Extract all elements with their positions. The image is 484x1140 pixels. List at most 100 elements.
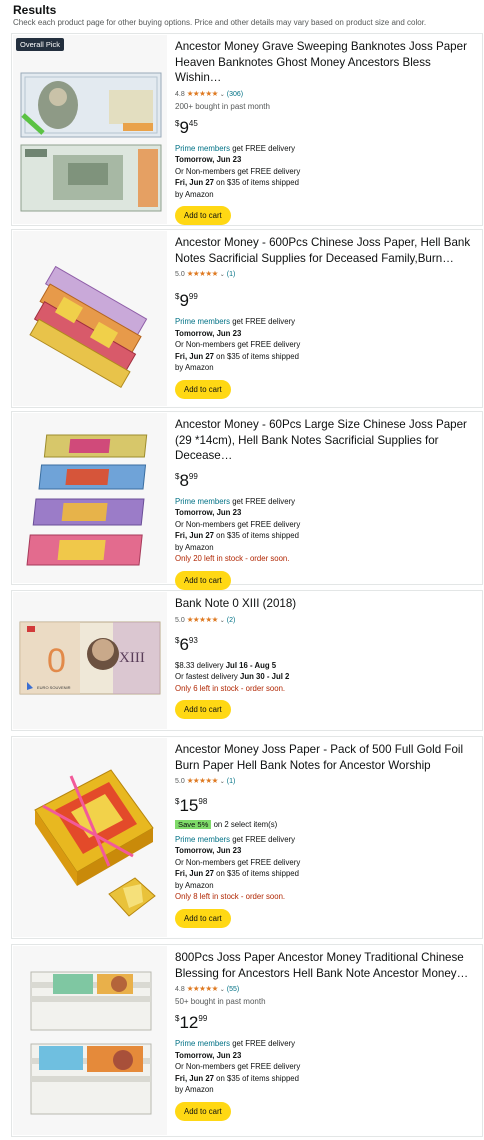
product-title[interactable]: Ancestor Money - 60Pcs Large Size Chines…	[175, 417, 480, 464]
prime-delivery-date: Tomorrow, Jun 23	[175, 508, 242, 517]
prime-delivery-date: Tomorrow, Jun 23	[175, 155, 242, 164]
product-title[interactable]: Ancestor Money Grave Sweeping Banknotes …	[175, 39, 480, 86]
add-to-cart-button[interactable]: Add to cart	[175, 379, 231, 399]
prime-delivery: Prime members get FREE delivery	[175, 834, 480, 846]
star-rating-icon[interactable]: ★★★★★	[187, 615, 219, 624]
product-info: Bank Note 0 XIII (2018) 5.0 ★★★★★ ⌄ (2) …	[175, 596, 480, 719]
nonmember-threshold: on $35 of items shipped	[214, 178, 299, 187]
hell-notes-image	[29, 265, 148, 389]
chevron-down-icon[interactable]: ⌄	[220, 618, 225, 624]
delivery-price: $8.33 delivery	[175, 660, 226, 670]
note-numeral: XIII	[119, 650, 145, 666]
product-title[interactable]: 800Pcs Joss Paper Ancestor Money Traditi…	[175, 950, 480, 981]
product-image[interactable]	[13, 738, 167, 937]
prime-delivery-date: Tomorrow, Jun 23	[175, 1050, 242, 1060]
save-promo-text[interactable]: on 2 select item(s)	[211, 820, 278, 829]
prime-delivery: Prime members get FREE delivery	[175, 496, 480, 508]
review-count[interactable]: (306)	[227, 91, 243, 98]
fastest-label: Or fastest delivery	[175, 672, 240, 681]
price[interactable]: $1598	[175, 793, 480, 816]
price-fraction: 93	[188, 635, 198, 645]
product-title[interactable]: Bank Note 0 XIII (2018)	[175, 596, 480, 612]
nonmember-delivery: Or Non-members get FREE delivery	[175, 166, 301, 176]
add-to-cart-button[interactable]: Add to cart	[175, 700, 231, 719]
nonmember-date: Fri, Jun 27	[175, 178, 214, 187]
product-info: Ancestor Money - 60Pcs Large Size Chines…	[175, 417, 480, 590]
product-card: Ancestor Money - 60Pcs Large Size Chines…	[11, 411, 483, 590]
chevron-down-icon[interactable]: ⌄	[220, 779, 225, 785]
add-to-cart-button[interactable]: Add to cart	[175, 570, 231, 590]
product-image[interactable]: Overall Pick	[13, 35, 167, 224]
add-to-cart-button[interactable]: Add to cart	[175, 908, 231, 928]
gold-foil-pack-image	[34, 769, 156, 917]
price[interactable]: $1299	[175, 1010, 480, 1033]
star-rating-icon[interactable]: ★★★★★	[187, 984, 219, 993]
bought-in-past-month: 50+ bought in past month	[175, 997, 266, 1006]
review-count[interactable]: (2)	[227, 617, 236, 624]
product-image[interactable]	[13, 946, 167, 1135]
price-whole: 9	[179, 291, 189, 310]
prime-delivery-text: get FREE delivery	[230, 834, 296, 844]
star-rating-icon[interactable]: ★★★★★	[187, 776, 219, 785]
prime-members-link[interactable]: Prime members	[175, 317, 230, 326]
rating-row: 5.0 ★★★★★ ⌄ (2)	[175, 615, 480, 626]
product-title[interactable]: Ancestor Money - 600Pcs Chinese Joss Pap…	[175, 235, 480, 266]
prime-delivery: Prime members get FREE delivery	[175, 316, 480, 328]
add-to-cart-button[interactable]: Add to cart	[175, 1101, 231, 1121]
stock-warning: Only 8 left in stock - order soon.	[175, 892, 286, 901]
prime-delivery-date: Tomorrow, Jun 23	[175, 328, 242, 338]
save-badge: Save 5%	[175, 820, 212, 829]
prime-delivery-text: get FREE delivery	[230, 143, 296, 153]
shipped-by: by Amazon	[175, 542, 214, 552]
nonmember-delivery: Or Non-members get FREE delivery	[175, 1062, 301, 1071]
nonmember-delivery: Or Non-members get FREE delivery	[175, 519, 301, 529]
rating-value: 5.0	[175, 778, 185, 785]
prime-members-link[interactable]: Prime members	[175, 144, 230, 153]
rating-value: 4.8	[175, 986, 185, 993]
prime-delivery: Prime members get FREE delivery	[175, 143, 480, 155]
note-label: EURO SOUVENIR	[37, 685, 71, 690]
price[interactable]: $693	[175, 632, 480, 655]
review-count[interactable]: (1)	[227, 271, 236, 278]
shipped-by: by Amazon	[175, 1085, 214, 1094]
nonmember-delivery: Or Non-members get FREE delivery	[175, 340, 301, 349]
rating-value: 4.8	[175, 90, 185, 98]
prime-delivery: Prime members get FREE delivery	[175, 1038, 480, 1050]
prime-members-link[interactable]: Prime members	[175, 835, 230, 844]
product-image[interactable]	[13, 413, 167, 583]
nonmember-date: Fri, Jun 27	[175, 531, 214, 540]
shipped-by: by Amazon	[175, 189, 214, 199]
nonmember-threshold: on $35 of items shipped	[214, 869, 299, 878]
product-title[interactable]: Ancestor Money Joss Paper - Pack of 500 …	[175, 742, 480, 773]
product-image[interactable]	[13, 231, 167, 406]
rating-row: 5.0 ★★★★★ ⌄ (1)	[175, 776, 480, 787]
chevron-down-icon[interactable]: ⌄	[220, 987, 225, 993]
nonmember-threshold: on $35 of items shipped	[214, 1073, 299, 1083]
prime-members-link[interactable]: Prime members	[175, 1039, 230, 1048]
chevron-down-icon[interactable]: ⌄	[220, 272, 225, 278]
nonmember-threshold: on $35 of items shipped	[214, 351, 299, 361]
product-card: 800Pcs Joss Paper Ancestor Money Traditi…	[11, 944, 483, 1137]
price[interactable]: $899	[175, 468, 480, 491]
star-rating-icon[interactable]: ★★★★★	[187, 89, 219, 98]
prime-members-link[interactable]: Prime members	[175, 497, 230, 506]
product-image[interactable]: 0 XIII EURO SOUVENIR	[13, 592, 167, 729]
product-card: 0 XIII EURO SOUVENIR Bank Note 0 XIII (2…	[11, 590, 483, 731]
chevron-down-icon[interactable]: ⌄	[220, 92, 225, 98]
review-count[interactable]: (55)	[227, 986, 239, 993]
rating-row: 5.0 ★★★★★ ⌄ (1)	[175, 269, 480, 280]
price[interactable]: $999	[175, 288, 480, 311]
review-count[interactable]: (1)	[227, 778, 236, 785]
product-card: Overall Pick Ancestor Money Grave Sweepi…	[11, 33, 483, 226]
fastest-date: Jun 30 - Jul 2	[240, 672, 290, 681]
add-to-cart-button[interactable]: Add to cart	[175, 206, 231, 225]
price-fraction: 98	[198, 797, 208, 806]
price-whole: 8	[179, 470, 189, 490]
price-fraction: 99	[188, 292, 198, 301]
nonmember-date: Fri, Jun 27	[175, 869, 214, 878]
price[interactable]: $945	[175, 115, 480, 138]
fastest-delivery: Or fastest delivery Jun 30 - Jul 2	[175, 671, 480, 683]
shipped-by: by Amazon	[175, 880, 214, 890]
star-rating-icon[interactable]: ★★★★★	[187, 269, 219, 278]
product-info: Ancestor Money Grave Sweeping Banknotes …	[175, 39, 480, 225]
